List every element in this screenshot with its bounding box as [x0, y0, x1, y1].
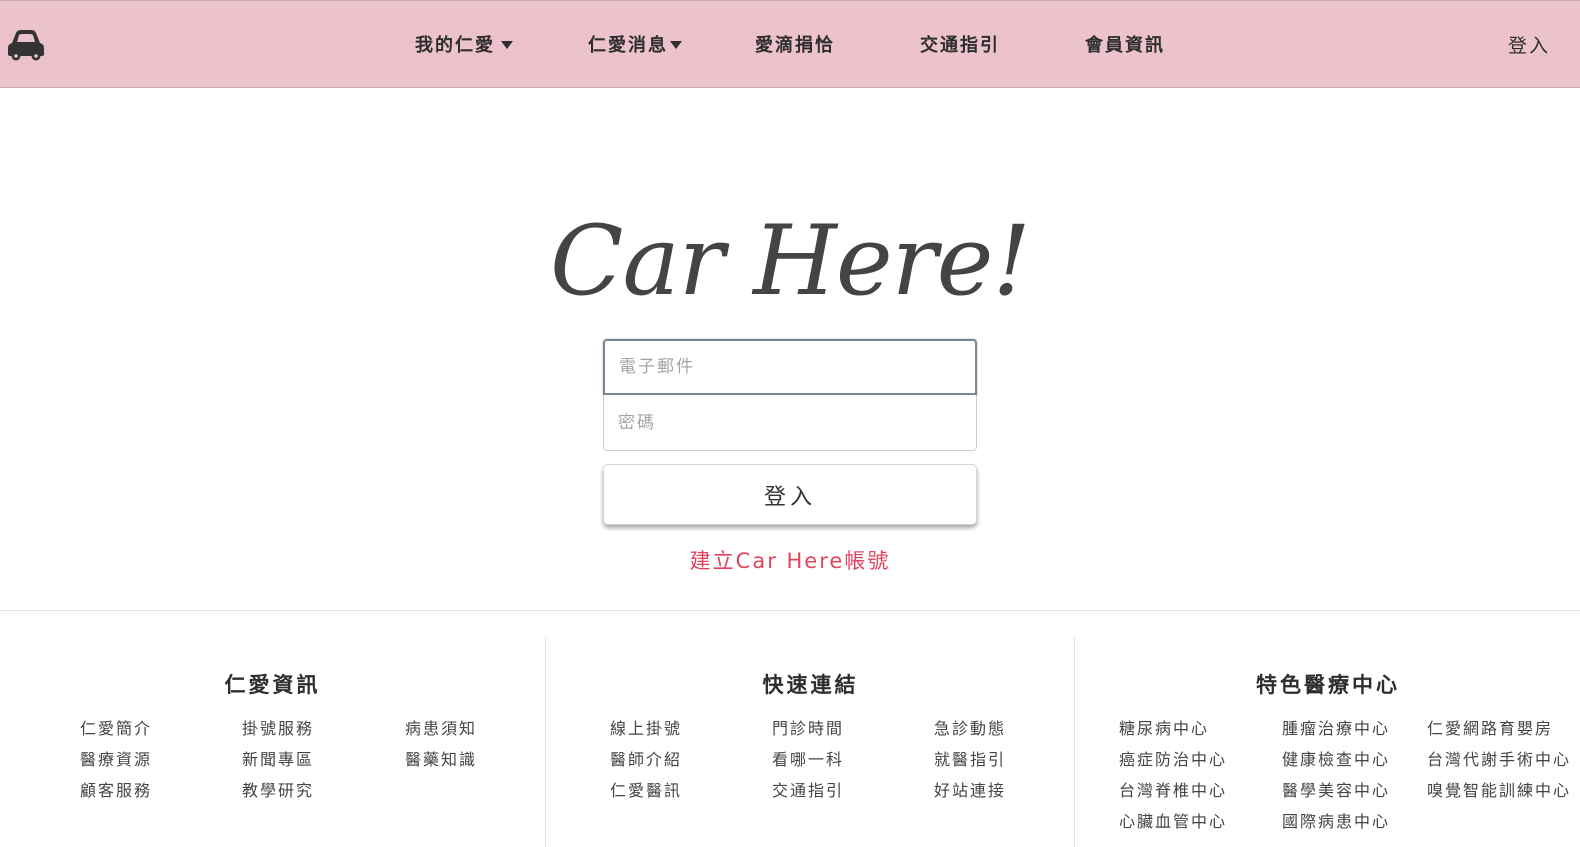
login-form: 登入: [603, 339, 977, 525]
footer-link[interactable]: 醫藥知識: [405, 746, 505, 777]
footer-link[interactable]: 線上掛號: [610, 715, 772, 746]
footer-link[interactable]: 國際病患中心: [1282, 808, 1427, 839]
footer-link[interactable]: 糖尿病中心: [1119, 715, 1282, 746]
footer-link[interactable]: 仁愛網路育嬰房: [1427, 715, 1580, 746]
footer-link[interactable]: 看哪一科: [772, 746, 934, 777]
footer-heading: 仁愛資訊: [224, 673, 321, 697]
nav-item-label: 仁愛消息: [588, 35, 668, 56]
email-field[interactable]: [603, 339, 977, 395]
footer-link[interactable]: 仁愛醫訊: [610, 777, 772, 808]
footer-link[interactable]: 顧客服務: [80, 777, 242, 808]
footer-link-list: 糖尿病中心 腫瘤治療中心 仁愛網路育嬰房 癌症防治中心 健康檢查中心 台灣代謝手…: [1119, 715, 1580, 839]
footer-link[interactable]: 病患須知: [405, 715, 505, 746]
nav-member-info[interactable]: 會員資訊: [1085, 31, 1165, 57]
footer-link[interactable]: 腫瘤治療中心: [1282, 715, 1427, 746]
footer-link[interactable]: 醫學美容中心: [1282, 777, 1427, 808]
nav-traffic-guide[interactable]: 交通指引: [920, 31, 1000, 57]
create-account-link[interactable]: 建立Car Here帳號: [0, 545, 1580, 575]
footer-heading: 快速連結: [762, 673, 859, 697]
footer-link[interactable]: 心臟血管中心: [1119, 808, 1282, 839]
footer-link[interactable]: 台灣脊椎中心: [1119, 777, 1282, 808]
footer-link[interactable]: 掛號服務: [242, 715, 405, 746]
footer-link[interactable]: 好站連接: [934, 777, 1034, 808]
footer-link[interactable]: 健康檢查中心: [1282, 746, 1427, 777]
footer-heading: 特色醫療中心: [1256, 673, 1400, 697]
footer-link[interactable]: 門診時間: [772, 715, 934, 746]
top-navbar: 我的仁愛 仁愛消息 愛滴捐恰 交通指引 會員資訊 登入: [0, 0, 1580, 88]
nav-renai-news[interactable]: 仁愛消息: [588, 31, 682, 57]
nav-item-label: 愛滴捐恰: [755, 35, 835, 56]
footer-column-medical-centers: 特色醫療中心 糖尿病中心 腫瘤治療中心 仁愛網路育嬰房 癌症防治中心 健康檢查中…: [1074, 637, 1580, 847]
nav-item-label: 交通指引: [920, 35, 1000, 56]
nav-my-renai[interactable]: 我的仁愛: [415, 31, 513, 57]
car-icon[interactable]: [6, 25, 46, 61]
footer-link[interactable]: 交通指引: [772, 777, 934, 808]
footer: 仁愛資訊 仁愛簡介 掛號服務 病患須知 醫療資源 新聞專區 醫藥知識 顧客服務 …: [0, 610, 1580, 847]
footer-link-list: 線上掛號 門診時間 急診動態 醫師介紹 看哪一科 就醫指引 仁愛醫訊 交通指引 …: [610, 715, 1034, 808]
nav-item-label: 會員資訊: [1085, 35, 1165, 56]
footer-link[interactable]: 醫療資源: [80, 746, 242, 777]
hero-title: Car Here!: [550, 205, 1031, 317]
footer-link[interactable]: 仁愛簡介: [80, 715, 242, 746]
nav-login-link[interactable]: 登入: [1508, 31, 1550, 58]
login-button[interactable]: 登入: [603, 464, 977, 525]
caret-down-icon: [670, 40, 682, 49]
footer-link-list: 仁愛簡介 掛號服務 病患須知 醫療資源 新聞專區 醫藥知識 顧客服務 教學研究: [80, 715, 505, 808]
footer-link[interactable]: 台灣代謝手術中心: [1427, 746, 1580, 777]
footer-link[interactable]: 嗅覺智能訓練中心: [1427, 777, 1580, 808]
nav-item-label: 我的仁愛: [415, 35, 495, 56]
footer-link[interactable]: 醫師介紹: [610, 746, 772, 777]
footer-column-quick-links: 快速連結 線上掛號 門診時間 急診動態 醫師介紹 看哪一科 就醫指引 仁愛醫訊 …: [545, 637, 1075, 847]
password-field[interactable]: [603, 395, 977, 451]
footer-link[interactable]: 就醫指引: [934, 746, 1034, 777]
nav-donate[interactable]: 愛滴捐恰: [755, 31, 835, 57]
footer-link[interactable]: 癌症防治中心: [1119, 746, 1282, 777]
caret-down-icon: [501, 40, 513, 49]
footer-link[interactable]: 新聞專區: [242, 746, 405, 777]
footer-column-renai-info: 仁愛資訊 仁愛簡介 掛號服務 病患須知 醫療資源 新聞專區 醫藥知識 顧客服務 …: [0, 637, 545, 847]
footer-link[interactable]: 急診動態: [934, 715, 1034, 746]
footer-link[interactable]: 教學研究: [242, 777, 405, 808]
